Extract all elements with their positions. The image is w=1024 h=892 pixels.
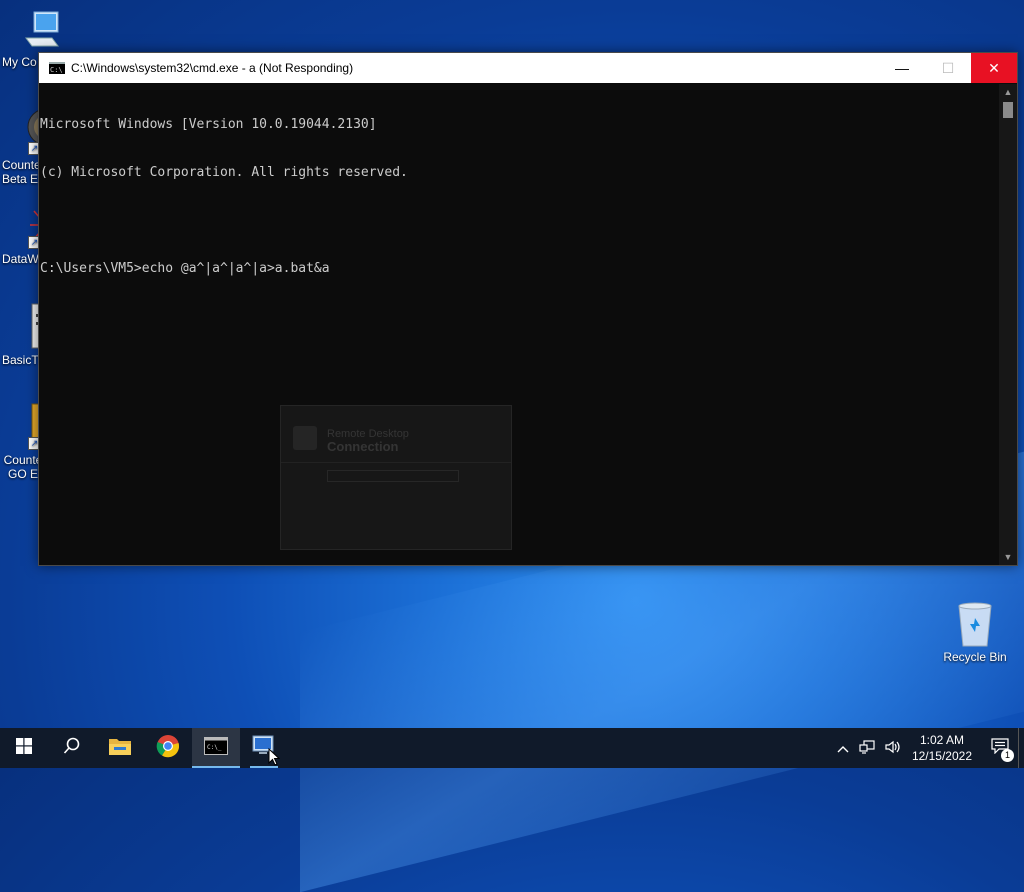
clock-time: 1:02 AM — [919, 733, 964, 747]
clock[interactable]: 1:02 AM 12/15/2022 — [912, 732, 972, 764]
remote-desktop-icon — [293, 426, 317, 450]
ghost-divider — [281, 462, 511, 463]
ghost-dialog-subtitle: Connection — [327, 439, 399, 454]
notification-badge: 1 — [1001, 749, 1014, 762]
maximize-button[interactable]: ☐ — [925, 53, 971, 83]
recycle-bin-label: Recycle Bin — [943, 650, 1007, 664]
chevron-up-icon[interactable] — [837, 741, 849, 756]
desktop-icon-label: Counte Beta E — [2, 158, 41, 186]
scroll-down-arrow-icon[interactable]: ▼ — [999, 549, 1017, 565]
action-center-button[interactable]: 1 — [982, 728, 1018, 768]
cmd-titlebar[interactable]: C:\ C:\Windows\system32\cmd.exe - a (Not… — [39, 53, 1017, 83]
console-line: (c) Microsoft Corporation. All rights re… — [40, 165, 408, 180]
cmd-taskbar-button[interactable]: C:\_ — [192, 728, 240, 768]
cmd-window[interactable]: C:\ C:\Windows\system32\cmd.exe - a (Not… — [38, 52, 1018, 566]
taskbar: C:\_ 1:02 AM 12/15/2022 1 — [0, 728, 1024, 768]
console-line: C:\Users\VM5>echo @a^|a^|a^|a>a.bat&a — [40, 261, 330, 276]
ghost-remote-desktop-dialog: Remote Desktop Connection — [280, 405, 512, 550]
start-button[interactable] — [0, 728, 48, 768]
windows-logo-icon — [16, 737, 32, 759]
search-icon — [63, 737, 81, 760]
scroll-thumb[interactable] — [1003, 102, 1013, 118]
computer-icon — [22, 10, 62, 52]
desktop-icon-recycle-bin[interactable]: Recycle Bin — [940, 600, 1010, 664]
clock-date: 12/15/2022 — [911, 749, 972, 763]
system-tray: 1:02 AM 12/15/2022 1 — [832, 728, 1024, 768]
chrome-button[interactable] — [144, 728, 192, 768]
console-line: Microsoft Windows [Version 10.0.19044.21… — [40, 117, 377, 132]
cmd-icon: C:\ — [49, 62, 65, 74]
close-button[interactable]: ✕ — [971, 53, 1017, 83]
vertical-scrollbar[interactable]: ▲ ▼ — [999, 84, 1017, 565]
remote-desktop-taskbar-button[interactable] — [240, 728, 288, 768]
ghost-computer-field — [327, 470, 459, 482]
svg-text:C:\_: C:\_ — [207, 744, 222, 751]
recycle-bin-icon — [953, 600, 997, 648]
scroll-up-arrow-icon[interactable]: ▲ — [999, 84, 1017, 100]
volume-icon[interactable] — [885, 740, 901, 757]
window-title: C:\Windows\system32\cmd.exe - a (Not Res… — [71, 61, 354, 75]
show-desktop-button[interactable] — [1018, 728, 1024, 768]
file-explorer-button[interactable] — [96, 728, 144, 768]
network-icon[interactable] — [859, 739, 875, 757]
chrome-icon — [156, 734, 180, 763]
folder-icon — [108, 736, 132, 761]
search-button[interactable] — [48, 728, 96, 768]
minimize-button[interactable]: — — [879, 53, 925, 83]
console-output[interactable]: Microsoft Windows [Version 10.0.19044.21… — [39, 84, 999, 565]
cmd-icon: C:\_ — [204, 736, 228, 760]
